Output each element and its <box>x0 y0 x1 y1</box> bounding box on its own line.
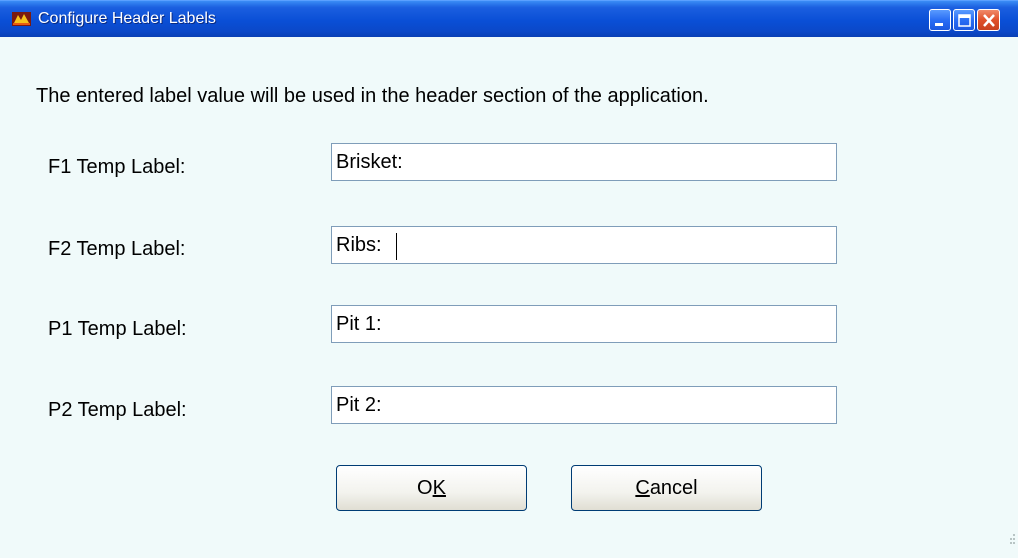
f2-temp-label: F2 Temp Label: <box>48 238 186 260</box>
ok-button[interactable]: OK <box>336 465 527 511</box>
app-icon <box>12 12 31 26</box>
dialog-description: The entered label value will be used in … <box>36 85 709 107</box>
f1-temp-label: F1 Temp Label: <box>48 156 186 178</box>
maximize-icon <box>958 14 971 27</box>
resize-grip-icon[interactable] <box>1008 532 1016 548</box>
f1-temp-input[interactable] <box>331 143 837 181</box>
close-icon <box>983 14 995 27</box>
cancel-button-label: Cancel <box>635 477 698 499</box>
window-title: Configure Header Labels <box>38 10 216 27</box>
f2-temp-input[interactable] <box>331 226 837 264</box>
p1-temp-label: P1 Temp Label: <box>48 318 187 340</box>
maximize-button[interactable] <box>953 9 975 31</box>
close-button[interactable] <box>977 9 1000 31</box>
minimize-button[interactable] <box>929 9 951 31</box>
cancel-button[interactable]: Cancel <box>571 465 762 511</box>
p1-temp-input[interactable] <box>331 305 837 343</box>
p2-temp-label: P2 Temp Label: <box>48 399 187 421</box>
minimize-icon <box>935 23 943 26</box>
dialog-window: Configure Header Labels The entered labe… <box>0 0 1018 558</box>
p2-temp-input[interactable] <box>331 386 837 424</box>
text-caret <box>396 233 397 260</box>
ok-button-label: OK <box>417 477 446 499</box>
title-bar[interactable]: Configure Header Labels <box>0 0 1018 37</box>
